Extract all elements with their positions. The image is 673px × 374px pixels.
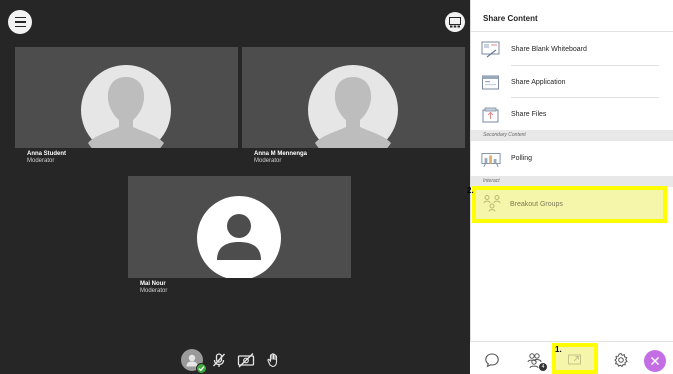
polling-icon [481, 150, 501, 168]
attendee-count-badge: 4 [539, 363, 547, 371]
video-stage: Anna Student Moderator Anna M Mennenga M… [0, 0, 470, 374]
gear-icon [614, 352, 628, 368]
settings-button[interactable] [611, 350, 631, 370]
hand-icon [267, 353, 278, 368]
polling-label: Polling [511, 155, 533, 162]
application-icon [481, 74, 501, 92]
media-controls [181, 349, 284, 374]
session-menu-button[interactable] [8, 10, 32, 34]
whiteboard-icon [481, 41, 501, 59]
share-application-label: Share Application [511, 79, 566, 86]
share-files-item[interactable]: Share Files [481, 98, 659, 131]
hamburger-icon [14, 16, 26, 19]
participant-role: Moderator [254, 158, 282, 164]
polling-item[interactable]: Polling [481, 142, 659, 175]
participant-tile: Anna M Mennenga Moderator [242, 47, 465, 170]
step-1-annotation: 1. [555, 345, 562, 354]
divider [471, 31, 673, 32]
participant-name-bar: Mai Nour Moderator [128, 278, 351, 300]
chat-button[interactable] [482, 350, 502, 370]
participant-name: Anna Student [27, 151, 66, 157]
close-icon [650, 356, 660, 366]
participant-name-bar: Anna M Mennenga Moderator [242, 148, 465, 170]
participant-role: Moderator [140, 288, 168, 294]
share-whiteboard-label: Share Blank Whiteboard [511, 46, 587, 53]
microphone-toggle-button[interactable] [208, 349, 230, 371]
microphone-muted-icon [213, 353, 225, 367]
participant-name-bar: Anna Student Moderator [15, 148, 238, 170]
attendees-button[interactable]: 4 [525, 350, 547, 371]
breakout-groups-icon [482, 193, 504, 220]
participant-name: Anna M Mennenga [254, 151, 308, 157]
files-icon [481, 106, 501, 124]
breakout-groups-label: Breakout Groups [510, 201, 563, 208]
share-content-icon [568, 354, 581, 364]
layout-icon [449, 16, 461, 27]
share-files-label: Share Files [511, 111, 547, 118]
step-2-annotation: 2. [467, 186, 474, 195]
share-application-item[interactable]: Share Application [481, 66, 659, 99]
close-panel-button[interactable] [644, 350, 666, 372]
participant-tile: Anna Student Moderator [15, 47, 238, 170]
status-available-icon [196, 363, 207, 374]
my-status-button[interactable] [181, 349, 207, 374]
chat-icon [485, 353, 499, 368]
section-header-secondary: Secondary Content [471, 130, 673, 141]
participant-name: Mai Nour [140, 281, 166, 287]
participant-role: Moderator [27, 158, 55, 164]
share-whiteboard-item[interactable]: Share Blank Whiteboard [481, 33, 659, 66]
camera-off-icon [237, 353, 255, 368]
breakout-groups-item[interactable]: Breakout Groups [472, 186, 667, 223]
panel-title: Share Content [483, 14, 538, 23]
raise-hand-button[interactable] [262, 349, 284, 371]
layout-toggle-button[interactable] [445, 12, 465, 32]
camera-toggle-button[interactable] [235, 349, 257, 371]
participant-tile: Mai Nour Moderator [128, 176, 351, 300]
